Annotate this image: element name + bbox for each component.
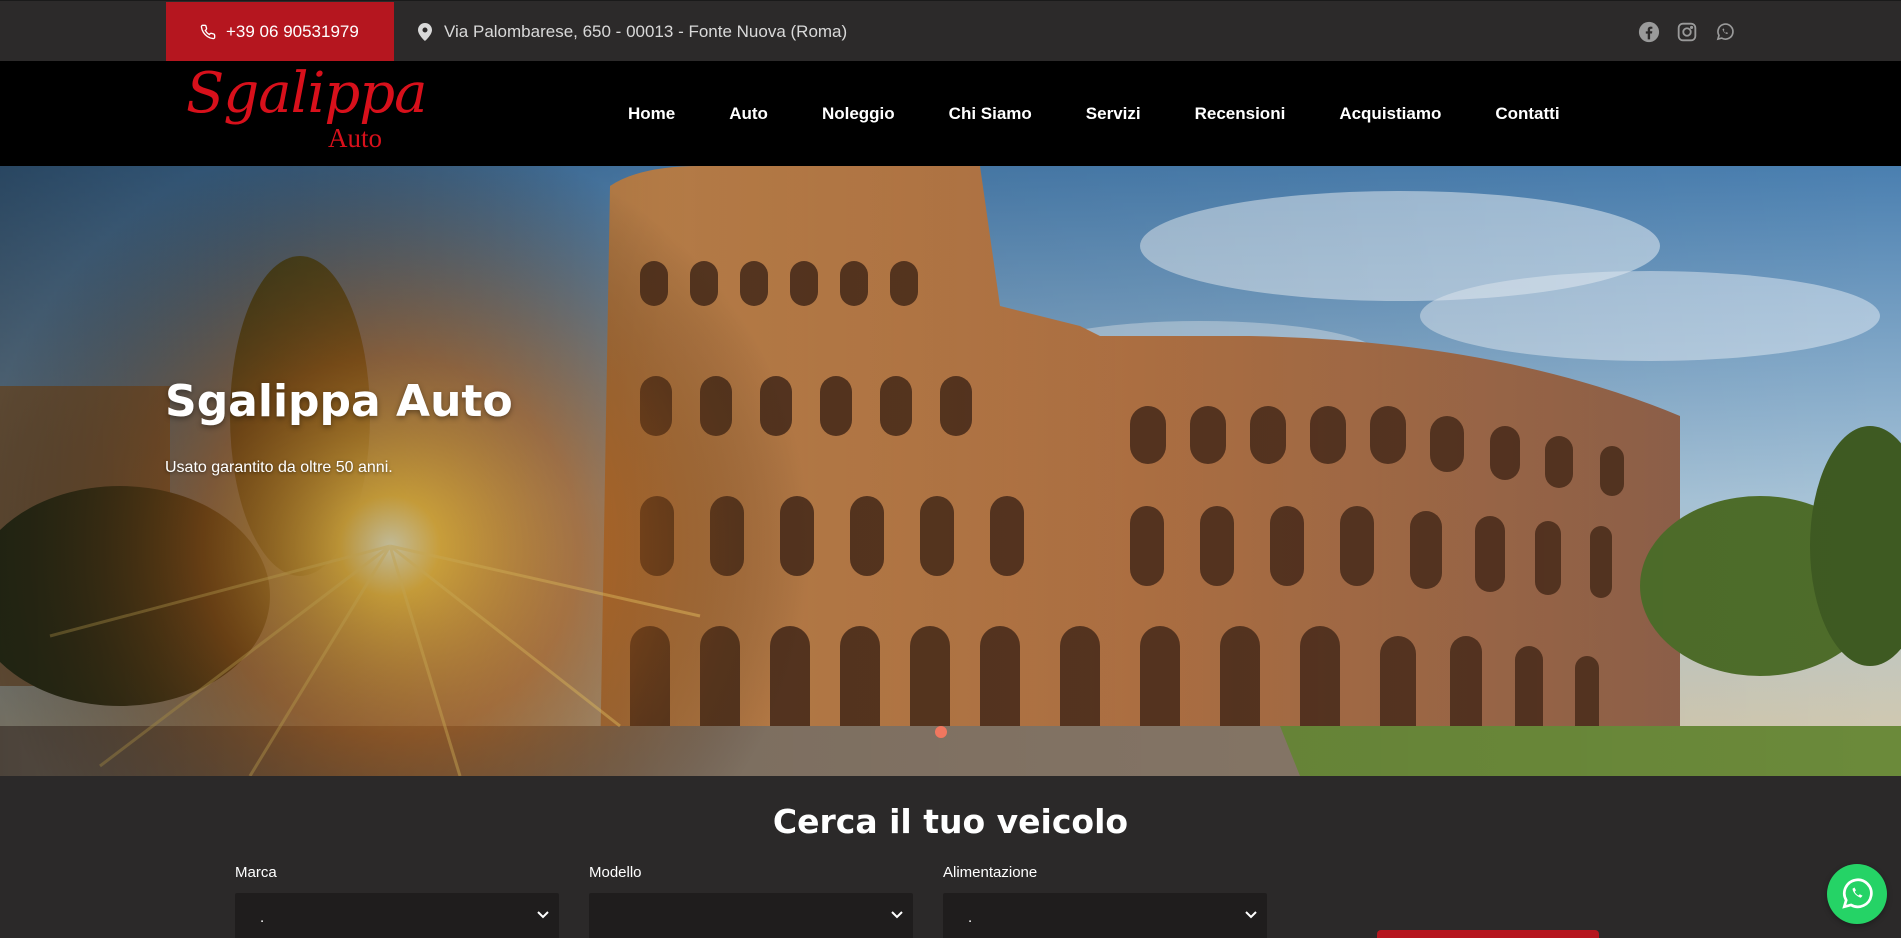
nav-item-contatti[interactable]: Contatti (1495, 104, 1559, 124)
nav-menu: Home Auto Noleggio Chi Siamo Servizi Rec… (628, 61, 1614, 166)
whatsapp-float-button[interactable] (1827, 864, 1887, 924)
slider-dot[interactable] (935, 726, 947, 738)
hero-slider: Sgalippa Auto Usato garantito da oltre 5… (0, 166, 1901, 776)
model-field: Modello (589, 864, 913, 938)
nav-item-noleggio[interactable]: Noleggio (822, 104, 895, 124)
fuel-label: Alimentazione (943, 864, 1038, 881)
social-links (1638, 1, 1736, 62)
logo-sub: Auto (328, 123, 382, 153)
whatsapp-icon[interactable] (1714, 21, 1736, 43)
vehicle-search: Cerca il tuo veicolo Marca . Modello Ali… (0, 776, 1901, 938)
fuel-field: Alimentazione . (943, 864, 1267, 938)
logo[interactable]: Sgalippa Auto (186, 66, 427, 161)
fuel-value: . (968, 909, 973, 926)
model-label: Modello (589, 864, 642, 881)
brand-label: Marca (235, 864, 277, 881)
brand-field: Marca . (235, 864, 559, 938)
nav-item-home[interactable]: Home (628, 104, 675, 124)
address-text: Via Palombarese, 650 - 00013 - Fonte Nuo… (444, 21, 848, 41)
address: Via Palombarese, 650 - 00013 - Fonte Nuo… (418, 1, 847, 62)
facebook-icon[interactable] (1638, 21, 1660, 43)
chevron-down-icon (1245, 911, 1257, 919)
logo-script: Sgalippa (186, 61, 427, 126)
brand-value: . (260, 909, 265, 926)
nav-item-servizi[interactable]: Servizi (1086, 104, 1141, 124)
nav-item-chi-siamo[interactable]: Chi Siamo (949, 104, 1032, 124)
search-title: Cerca il tuo veicolo (772, 802, 1129, 841)
hero-subtitle: Usato garantito da oltre 50 anni. (165, 459, 393, 476)
phone-number: +39 06 90531979 (226, 22, 359, 41)
whatsapp-icon (1842, 878, 1873, 909)
nav-item-recensioni[interactable]: Recensioni (1195, 104, 1286, 124)
chevron-down-icon (891, 911, 903, 919)
nav-item-acquistiamo[interactable]: Acquistiamo (1339, 104, 1441, 124)
nav-item-auto[interactable]: Auto (729, 104, 768, 124)
phone-icon (200, 24, 216, 40)
instagram-icon[interactable] (1676, 21, 1698, 43)
main-nav: Sgalippa Auto Home Auto Noleggio Chi Sia… (0, 61, 1901, 166)
fuel-select[interactable]: . (943, 893, 1267, 938)
chevron-down-icon (537, 911, 549, 919)
hero-title: Sgalippa Auto (165, 376, 513, 427)
brand-select[interactable]: . (235, 893, 559, 938)
model-select[interactable] (589, 893, 913, 938)
map-pin-icon (418, 22, 432, 41)
search-button[interactable] (1377, 930, 1599, 938)
phone-link[interactable]: +39 06 90531979 (166, 2, 394, 62)
top-bar: +39 06 90531979 Via Palombarese, 650 - 0… (0, 0, 1901, 62)
